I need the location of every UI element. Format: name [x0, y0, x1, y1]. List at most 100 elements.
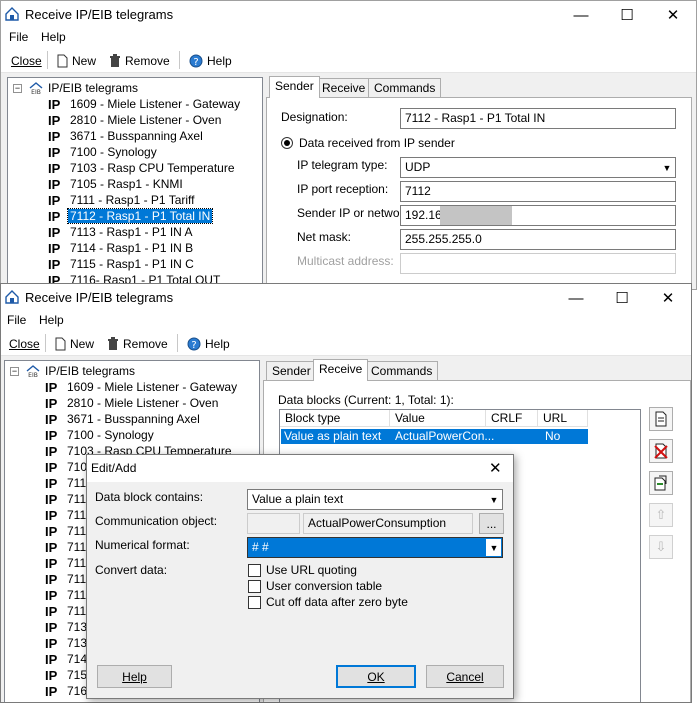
add-block-button[interactable]: [649, 407, 673, 431]
tree-root[interactable]: IP/EIB telegrams: [48, 80, 138, 96]
front-toolbar: Close New Remove ? Help: [1, 330, 691, 356]
tree-item[interactable]: IP 7111 - Rasp1 - P1 Tariff: [48, 192, 197, 208]
col-crlf[interactable]: CRLF: [486, 410, 538, 427]
tree-item-label: 3671 - Busspanning Axel: [67, 412, 200, 426]
tab-receive[interactable]: Receive: [316, 78, 372, 98]
menu-file[interactable]: File: [7, 313, 26, 327]
ip-telegram-icon: IP: [45, 651, 58, 667]
new-tool-button[interactable]: New: [55, 335, 94, 352]
tree-item-label: 7111 - Rasp1 - P1 Tariff: [70, 193, 195, 207]
telegram-type-select[interactable]: UDP ▼: [400, 157, 676, 178]
ip-telegram-icon: IP: [45, 475, 58, 491]
cut-off-zero-byte-checkbox[interactable]: [248, 596, 261, 609]
tree-root[interactable]: IP/EIB telegrams: [45, 363, 135, 379]
net-mask-input[interactable]: 255.255.255.0: [400, 229, 676, 250]
tab-sender[interactable]: Sender: [266, 361, 317, 381]
data-block-contains-select[interactable]: Value a plain text ▼: [247, 489, 503, 510]
col-value[interactable]: Value: [390, 410, 486, 427]
menu-file[interactable]: File: [9, 30, 28, 44]
ip-telegram-icon: IP: [45, 603, 58, 619]
port-reception-input[interactable]: 7112: [400, 181, 676, 202]
edit-add-dialog: Edit/Add ✕ Data block contains: Value a …: [86, 454, 514, 699]
dialog-close-button[interactable]: ✕: [489, 459, 502, 477]
ip-telegram-icon: IP: [45, 443, 58, 459]
remove-tool-button[interactable]: Remove: [107, 335, 168, 352]
tree-collapse-icon[interactable]: −: [13, 84, 22, 93]
tab-receive[interactable]: Receive: [313, 359, 369, 381]
dialog-title: Edit/Add: [91, 461, 137, 475]
remove-tool-label: Remove: [125, 53, 170, 68]
dialog-help-button[interactable]: Help: [97, 665, 172, 688]
tree-item[interactable]: IP 1609 - Miele Listener - Gateway: [48, 96, 242, 112]
close-tool-button[interactable]: Close: [9, 335, 40, 352]
minimize-button[interactable]: —: [553, 284, 599, 312]
tree-item-label: 7100 - Synology: [70, 145, 157, 159]
help-tool-button[interactable]: ? Help: [187, 335, 230, 352]
tree-item[interactable]: IP 2810 - Miele Listener - Oven: [45, 395, 220, 411]
new-tool-button[interactable]: New: [57, 52, 96, 69]
menu-help[interactable]: Help: [41, 30, 66, 44]
tree-item-label: 7100 - Synology: [67, 428, 154, 442]
ok-button[interactable]: OK: [336, 665, 416, 688]
tree-collapse-icon[interactable]: −: [10, 367, 19, 376]
arrow-down-icon: ⇩: [655, 539, 667, 554]
remove-tool-button[interactable]: Remove: [109, 52, 170, 69]
delete-block-button[interactable]: [649, 439, 673, 463]
chevron-down-icon[interactable]: ▼: [486, 491, 501, 508]
cancel-button[interactable]: Cancel: [426, 665, 504, 688]
ip-sender-radio-label: Data received from IP sender: [299, 136, 455, 150]
svg-text:EIB: EIB: [28, 372, 38, 378]
tree-item[interactable]: IP 7100 - Synology: [48, 144, 159, 160]
designation-input[interactable]: 7112 - Rasp1 - P1 Total IN: [400, 108, 676, 129]
tree-item[interactable]: IP 7112 - Rasp1 - P1 Total IN: [48, 208, 214, 224]
ip-telegram-icon: IP: [48, 112, 61, 128]
move-up-button[interactable]: ⇧: [649, 503, 673, 527]
menu-help[interactable]: Help: [39, 313, 64, 327]
chevron-down-icon[interactable]: ▼: [486, 539, 501, 556]
move-down-button[interactable]: ⇩: [649, 535, 673, 559]
tree-item[interactable]: IP 2810 - Miele Listener - Oven: [48, 112, 223, 128]
url-quoting-checkbox[interactable]: [248, 564, 261, 577]
tree-item[interactable]: IP 3671 - Busspanning Axel: [48, 128, 205, 144]
tree-item[interactable]: IP 7113 - Rasp1 - P1 IN A: [48, 224, 195, 240]
dialog-help-label: Help: [122, 669, 147, 684]
tree-item[interactable]: IP 7114 - Rasp1 - P1 IN B: [48, 240, 195, 256]
tree-item[interactable]: IP 7105 - Rasp1 - KNMI: [48, 176, 185, 192]
tree-item[interactable]: IP 7115 - Rasp1 - P1 IN C: [48, 256, 196, 272]
col-block-type[interactable]: Block type: [280, 410, 390, 427]
help-tool-button[interactable]: ? Help: [189, 52, 232, 69]
tree-item[interactable]: IP 7100 - Synology: [45, 427, 156, 443]
tab-commands[interactable]: Commands: [368, 78, 442, 98]
close-tool-button[interactable]: Close: [11, 52, 42, 69]
remove-tool-label: Remove: [123, 336, 168, 351]
tab-sender[interactable]: Sender: [269, 76, 320, 98]
tree-item-label: 3671 - Busspanning Axel: [70, 129, 203, 143]
multicast-input: [400, 253, 676, 274]
table-row[interactable]: Value as plain text ActualPowerCon... No: [281, 429, 588, 444]
chevron-down-icon[interactable]: ▼: [659, 159, 674, 176]
toolbar-separator: [179, 51, 180, 69]
ip-telegram-icon: IP: [45, 459, 58, 475]
edit-block-button[interactable]: [649, 471, 673, 495]
tree-item[interactable]: IP 1609 - Miele Listener - Gateway: [45, 379, 239, 395]
user-conversion-table-checkbox[interactable]: [248, 580, 261, 593]
numerical-format-select[interactable]: # # ▼: [247, 537, 503, 558]
maximize-button[interactable]: ☐: [604, 1, 650, 29]
ip-telegram-icon: IP: [48, 240, 61, 256]
window-close-button[interactable]: ✕: [645, 284, 691, 312]
ip-sender-radio[interactable]: [281, 137, 293, 149]
minimize-button[interactable]: —: [558, 1, 604, 29]
tab-commands[interactable]: Commands: [365, 361, 439, 381]
ip-telegram-icon: IP: [45, 667, 58, 683]
svg-text:?: ?: [191, 340, 196, 351]
col-url[interactable]: URL: [538, 410, 588, 427]
ip-telegram-icon: IP: [45, 683, 58, 699]
tree-item[interactable]: IP7162 - Rasp1 - SE Power Total: [45, 699, 234, 703]
tree-item-label: 7103 - Rasp CPU Temperature: [70, 161, 235, 175]
tree-item[interactable]: IP 3671 - Busspanning Axel: [45, 411, 202, 427]
window-close-button[interactable]: ✕: [650, 1, 696, 29]
browse-comm-object-button[interactable]: ...: [479, 513, 504, 534]
tree-item[interactable]: IP 7103 - Rasp CPU Temperature: [48, 160, 237, 176]
maximize-button[interactable]: ☐: [599, 284, 645, 312]
ip-telegram-icon: IP: [45, 571, 58, 587]
